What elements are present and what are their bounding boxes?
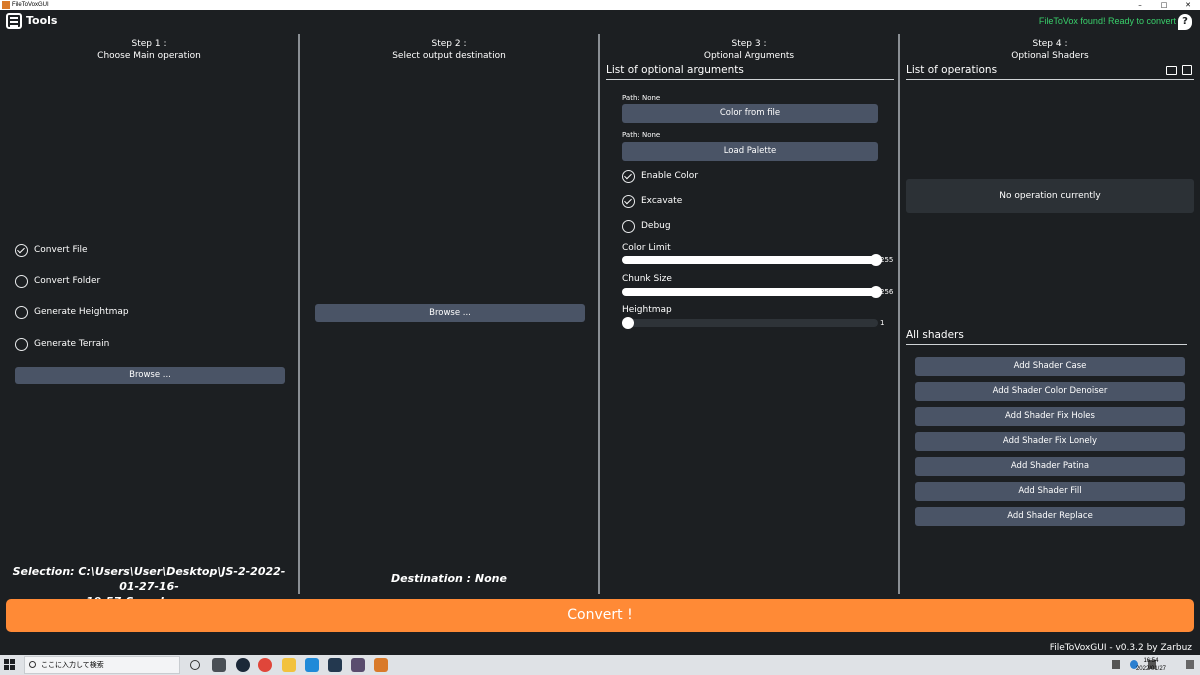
maximize-button[interactable]: □: [1152, 0, 1176, 10]
step3-panel: Step 3 : Optional Arguments List of opti…: [600, 34, 898, 594]
operations-title: List of operations: [906, 64, 998, 76]
chrome-icon[interactable]: [258, 658, 272, 672]
step3-title: Step 3 :: [731, 39, 767, 49]
add-shader-color-denoiser-button[interactable]: Add Shader Color Denoiser: [915, 382, 1185, 401]
radio-icon[interactable]: [15, 338, 28, 351]
minimize-button[interactable]: –: [1128, 0, 1152, 10]
search-icon: [29, 661, 36, 668]
status-text: FileToVox found! Ready to convert: [1038, 16, 1176, 26]
step2-panel: Step 2 : Select output destination Brows…: [300, 34, 598, 594]
step1-subtitle: Choose Main operation: [97, 51, 201, 61]
chunk-size-label: Chunk Size: [622, 274, 672, 284]
file-explorer-icon[interactable]: [282, 658, 296, 672]
all-shaders-title: All shaders: [906, 329, 964, 341]
slider-handle[interactable]: [622, 317, 634, 329]
add-shader-fill-button[interactable]: Add Shader Fill: [915, 482, 1185, 501]
checkbox-icon[interactable]: [622, 220, 635, 233]
step4-header: Step 4 : Optional Shaders: [900, 38, 1200, 62]
edge-icon[interactable]: [305, 658, 319, 672]
task-view-icon[interactable]: [212, 658, 226, 672]
taskbar-search-input[interactable]: ここに入力して検索: [24, 656, 180, 674]
step2-subtitle: Select output destination: [392, 51, 506, 61]
step1-panel: Step 1 : Choose Main operation Convert F…: [0, 34, 298, 608]
taskbar-clock[interactable]: 16:54 2022/01/27: [1136, 657, 1166, 673]
step3-subtitle: Optional Arguments: [703, 51, 795, 61]
window-title: FileToVoxGUI: [12, 2, 49, 8]
radio-icon[interactable]: [15, 306, 28, 319]
chunk-size-slider[interactable]: [622, 286, 882, 298]
no-operation-box: No operation currently: [906, 179, 1194, 213]
notification-icon[interactable]: [1186, 660, 1194, 669]
save-icon[interactable]: [1182, 65, 1192, 75]
radio-icon[interactable]: [15, 275, 28, 288]
app-icon[interactable]: [351, 658, 365, 672]
destination-text: Destination : None: [391, 572, 507, 585]
step1-title: Step 1 :: [131, 39, 167, 49]
slider-fill: [622, 256, 878, 264]
add-shader-replace-button[interactable]: Add Shader Replace: [915, 507, 1185, 526]
add-shader-case-button[interactable]: Add Shader Case: [915, 357, 1185, 376]
heightmap-slider[interactable]: [622, 317, 878, 329]
close-button[interactable]: ✕: [1176, 0, 1200, 10]
section-divider: [906, 344, 1187, 345]
heightmap-value: 1: [880, 319, 885, 327]
heightmap-label: Heightmap: [622, 305, 672, 315]
color-from-file-button[interactable]: Color from file: [622, 104, 878, 123]
add-shader-fix-holes-button[interactable]: Add Shader Fix Holes: [915, 407, 1185, 426]
color-limit-slider[interactable]: [622, 254, 882, 266]
windows-start-icon[interactable]: [4, 659, 16, 671]
step4-subtitle: Optional Shaders: [1011, 51, 1089, 61]
palette-path-label: Path: None: [622, 131, 661, 139]
slider-fill: [622, 288, 878, 296]
color-path-label: Path: None: [622, 94, 661, 102]
step4-title: Step 4 :: [1032, 39, 1068, 49]
help-icon[interactable]: ?: [1178, 14, 1192, 30]
folder-open-icon[interactable]: [1166, 66, 1177, 75]
step3-header: Step 3 : Optional Arguments: [600, 38, 898, 62]
app-header: Tools FileToVox found! Ready to convert …: [0, 10, 1200, 34]
load-palette-button[interactable]: Load Palette: [622, 142, 878, 161]
step4-panel: Step 4 : Optional Shaders List of operat…: [900, 34, 1200, 594]
steam-icon[interactable]: [236, 658, 250, 672]
optional-arguments-title: List of optional arguments: [606, 64, 744, 76]
convert-button[interactable]: Convert !: [6, 599, 1194, 632]
app-icon: [2, 1, 10, 9]
cortana-icon[interactable]: [190, 660, 200, 670]
taskbar: ここに入力して検索 16:54 2022/01/27: [0, 655, 1200, 675]
step2-header: Step 2 : Select output destination: [300, 38, 598, 62]
checkbox-checked-icon[interactable]: [622, 195, 635, 208]
section-divider: [906, 79, 1194, 80]
app-icon[interactable]: [328, 658, 342, 672]
add-shader-patina-button[interactable]: Add Shader Patina: [915, 457, 1185, 476]
color-limit-label: Color Limit: [622, 243, 671, 253]
section-divider: [606, 79, 894, 80]
chunk-size-value: 256: [880, 288, 894, 296]
version-label: FileToVoxGUI - v0.3.2 by Zarbuz: [1049, 643, 1192, 653]
window-titlebar: FileToVoxGUI – □ ✕: [0, 0, 1200, 10]
checkbox-checked-icon[interactable]: [622, 170, 635, 183]
radio-checked-icon[interactable]: [15, 244, 28, 257]
color-limit-value: 255: [880, 256, 894, 264]
add-shader-fix-lonely-button[interactable]: Add Shader Fix Lonely: [915, 432, 1185, 451]
step1-browse-button[interactable]: Browse ...: [15, 367, 285, 384]
tray-icon[interactable]: [1112, 660, 1120, 669]
step2-browse-button[interactable]: Browse ...: [315, 304, 585, 322]
tools-label[interactable]: Tools: [26, 14, 57, 27]
step2-title: Step 2 :: [431, 39, 467, 49]
menu-icon[interactable]: [6, 13, 22, 29]
filetovox-taskbar-icon[interactable]: [374, 658, 388, 672]
step1-header: Step 1 : Choose Main operation: [0, 38, 298, 62]
